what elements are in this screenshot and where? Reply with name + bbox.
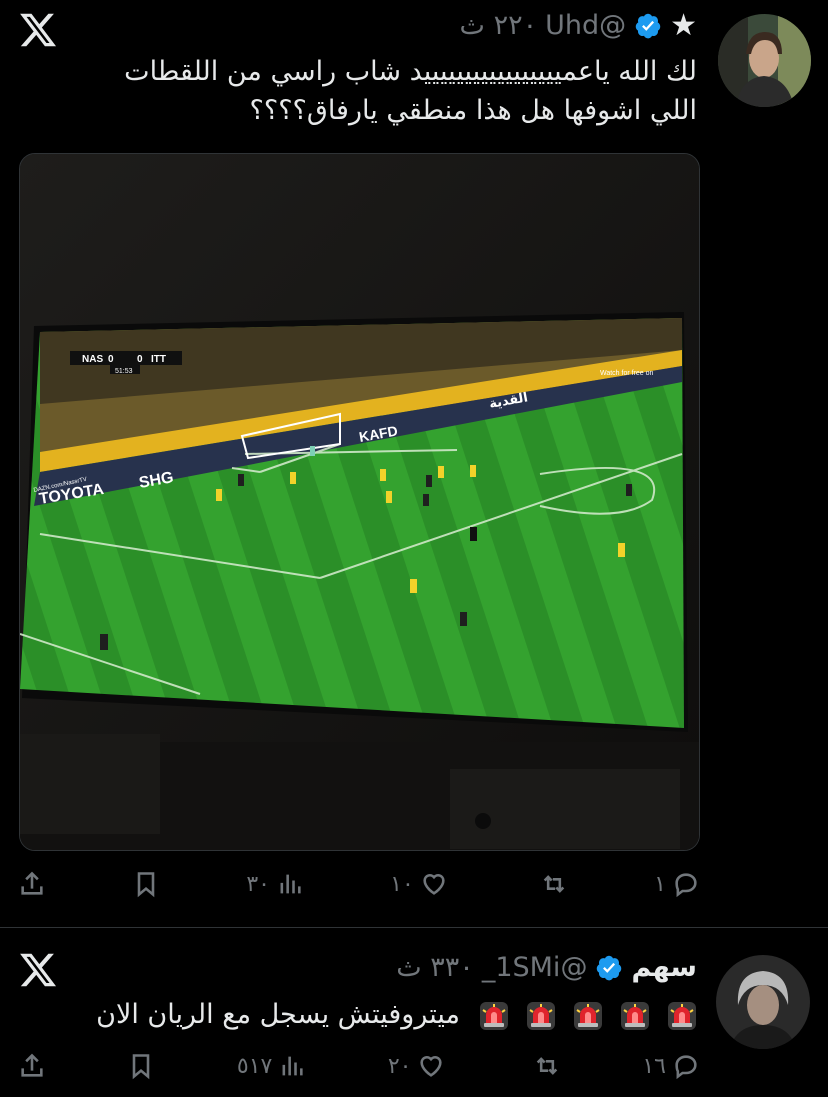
tweet2-actions: ٥١٧ ٢٠ ١٦ xyxy=(18,1048,700,1084)
views-count: ٥١٧ xyxy=(236,1053,273,1079)
like-count: ٢٠ xyxy=(387,1053,412,1079)
views-button[interactable]: ٥١٧ xyxy=(237,1048,306,1084)
x-logo-icon xyxy=(20,953,57,987)
tweet1-time[interactable]: ٢٢٠ ث xyxy=(460,10,538,41)
scoreboard-away: ITT xyxy=(151,354,166,365)
scoreboard-away-score: 0 xyxy=(137,354,143,365)
scoreboard-home: NAS xyxy=(82,354,103,365)
tweet1-text-line2: اللي اشوفها هل هذا منطقي يارفاق؟؟؟؟ xyxy=(249,95,697,126)
tweet1-header: ★ @Uhd ٢٢٠ ث xyxy=(460,8,697,43)
share-icon xyxy=(21,871,43,895)
avatar[interactable] xyxy=(718,14,811,107)
tweet1-media-photo[interactable]: TOYOTA SHG KAFD القدية Watch for free on… xyxy=(19,153,700,851)
ad-board-watch-free: Watch for free on xyxy=(600,370,654,377)
repost-icon xyxy=(536,1057,558,1075)
bookmark-button[interactable] xyxy=(132,866,160,902)
tweet-divider xyxy=(0,927,828,928)
views-icon xyxy=(282,1056,303,1076)
siren-icon xyxy=(480,1001,508,1030)
avatar-image xyxy=(716,955,810,1049)
share-icon xyxy=(21,1053,43,1077)
siren-icon xyxy=(527,1001,555,1030)
siren-icon xyxy=(621,1001,649,1030)
tweet2-display-name[interactable]: سهم xyxy=(631,952,697,983)
tv-broadcast-photo: TOYOTA SHG KAFD القدية Watch for free on… xyxy=(20,154,699,850)
avatar-image xyxy=(718,14,811,107)
reply-count: ١ xyxy=(654,871,666,897)
like-count: ١٠ xyxy=(390,871,414,897)
reply-icon xyxy=(675,873,697,898)
siren-emoji-group xyxy=(462,995,697,1034)
views-count: ٣٠ xyxy=(246,871,270,897)
tweet1-actions: ٣٠ ١٠ ١ xyxy=(18,866,700,902)
siren-icon xyxy=(574,1001,602,1030)
verified-badge-icon xyxy=(635,13,661,38)
reply-button[interactable]: ١ xyxy=(654,866,700,902)
siren-icon xyxy=(668,1001,696,1030)
repost-button[interactable] xyxy=(534,866,568,902)
tweet1-text-line1: لك الله ياعميييييييييييييييييد شاب راسي … xyxy=(124,56,697,87)
tweet2-text: ميتروفيتش يسجل مع الريان الان xyxy=(17,995,697,1034)
bookmark-button[interactable] xyxy=(127,1048,155,1084)
views-button[interactable]: ٣٠ xyxy=(246,866,304,902)
x-logo-icon xyxy=(20,13,57,47)
tweet2-text-content: ميتروفيتش يسجل مع الريان الان xyxy=(96,999,460,1030)
avatar[interactable] xyxy=(716,955,810,1049)
verified-badge-icon xyxy=(597,955,622,980)
tweet1-display-name[interactable]: ★ xyxy=(670,8,697,43)
like-button[interactable]: ٢٠ xyxy=(388,1048,446,1084)
heart-icon xyxy=(423,874,445,895)
tweet2-header: سهم @1SMi_ ٣٣٠ ث xyxy=(396,952,697,983)
tweet1-text: لك الله ياعميييييييييييييييييد شاب راسي … xyxy=(17,52,697,130)
reply-count: ١٦ xyxy=(642,1053,666,1079)
tweet2-time[interactable]: ٣٣٠ ث xyxy=(396,952,474,983)
tweet1-handle[interactable]: @Uhd xyxy=(545,10,626,41)
like-button[interactable]: ١٠ xyxy=(390,866,448,902)
reply-button[interactable]: ١٦ xyxy=(642,1048,700,1084)
bookmark-icon xyxy=(133,1054,150,1080)
scoreboard-home-score: 0 xyxy=(108,354,114,365)
repost-icon xyxy=(543,875,565,893)
share-button[interactable] xyxy=(18,866,46,902)
views-icon xyxy=(280,874,301,894)
share-button[interactable] xyxy=(18,1048,46,1084)
tweet2-handle[interactable]: @1SMi_ xyxy=(482,952,588,983)
heart-icon xyxy=(420,1056,443,1077)
bookmark-icon xyxy=(137,872,155,898)
reply-icon xyxy=(675,1055,697,1080)
scoreboard-clock: 51:53 xyxy=(115,368,133,375)
repost-button[interactable] xyxy=(527,1048,561,1084)
